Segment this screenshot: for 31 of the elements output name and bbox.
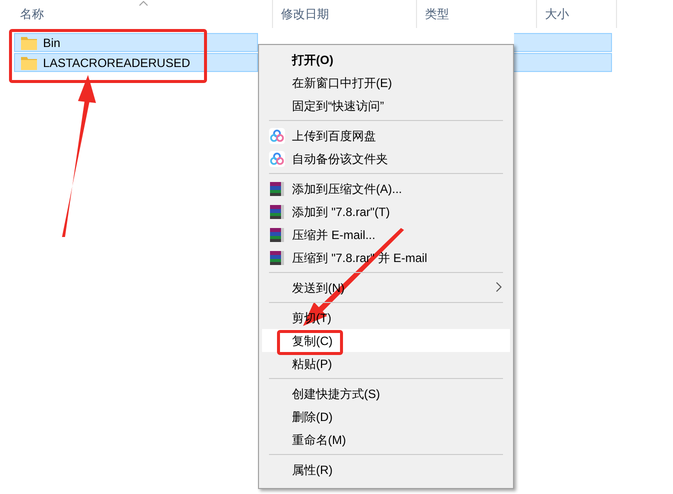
menu-item[interactable]: 删除(D)	[262, 405, 510, 428]
menu-item[interactable]: 压缩并 E-mail...	[262, 223, 510, 246]
cloud-icon	[269, 128, 285, 144]
column-header[interactable]: 名称	[20, 5, 44, 23]
menu-item[interactable]: 粘贴(P)	[262, 352, 510, 375]
column-header[interactable]: 修改日期	[281, 5, 329, 23]
menu-item[interactable]: 固定到“快速访问”	[262, 94, 510, 117]
menu-item[interactable]: 重命名(M)	[262, 428, 510, 451]
annotation-box	[277, 330, 343, 355]
column-header[interactable]: 类型	[425, 5, 449, 23]
archive-books-icon	[269, 180, 285, 196]
file-name: LASTACROREADERUSED	[43, 54, 190, 72]
file-row[interactable]: LASTACROREADERUSED	[14, 53, 258, 72]
menu-item[interactable]: 上传到百度网盘	[262, 124, 510, 147]
menu-item[interactable]: 自动备份该文件夹	[262, 147, 510, 170]
cloud-icon	[269, 150, 285, 166]
folder-icon	[21, 56, 37, 70]
folder-icon	[21, 36, 37, 50]
column-header[interactable]: 大小	[545, 5, 569, 23]
menu-item[interactable]: 打开(O)	[262, 48, 510, 71]
menu-item[interactable]: 复制(C)	[262, 329, 510, 352]
file-row[interactable]: Bin	[14, 33, 258, 52]
menu-item[interactable]: 添加到压缩文件(A)...	[262, 177, 510, 200]
archive-books-icon	[269, 250, 285, 266]
file-name: Bin	[43, 34, 60, 52]
archive-books-icon	[269, 204, 285, 220]
menu-item[interactable]: 属性(R)	[262, 458, 510, 481]
menu-item[interactable]: 在新窗口中打开(E)	[262, 71, 510, 94]
menu-item[interactable]: 添加到 "7.8.rar"(T)	[262, 200, 510, 223]
menu-item[interactable]: 创建快捷方式(S)	[262, 382, 510, 405]
archive-books-icon	[269, 226, 285, 242]
